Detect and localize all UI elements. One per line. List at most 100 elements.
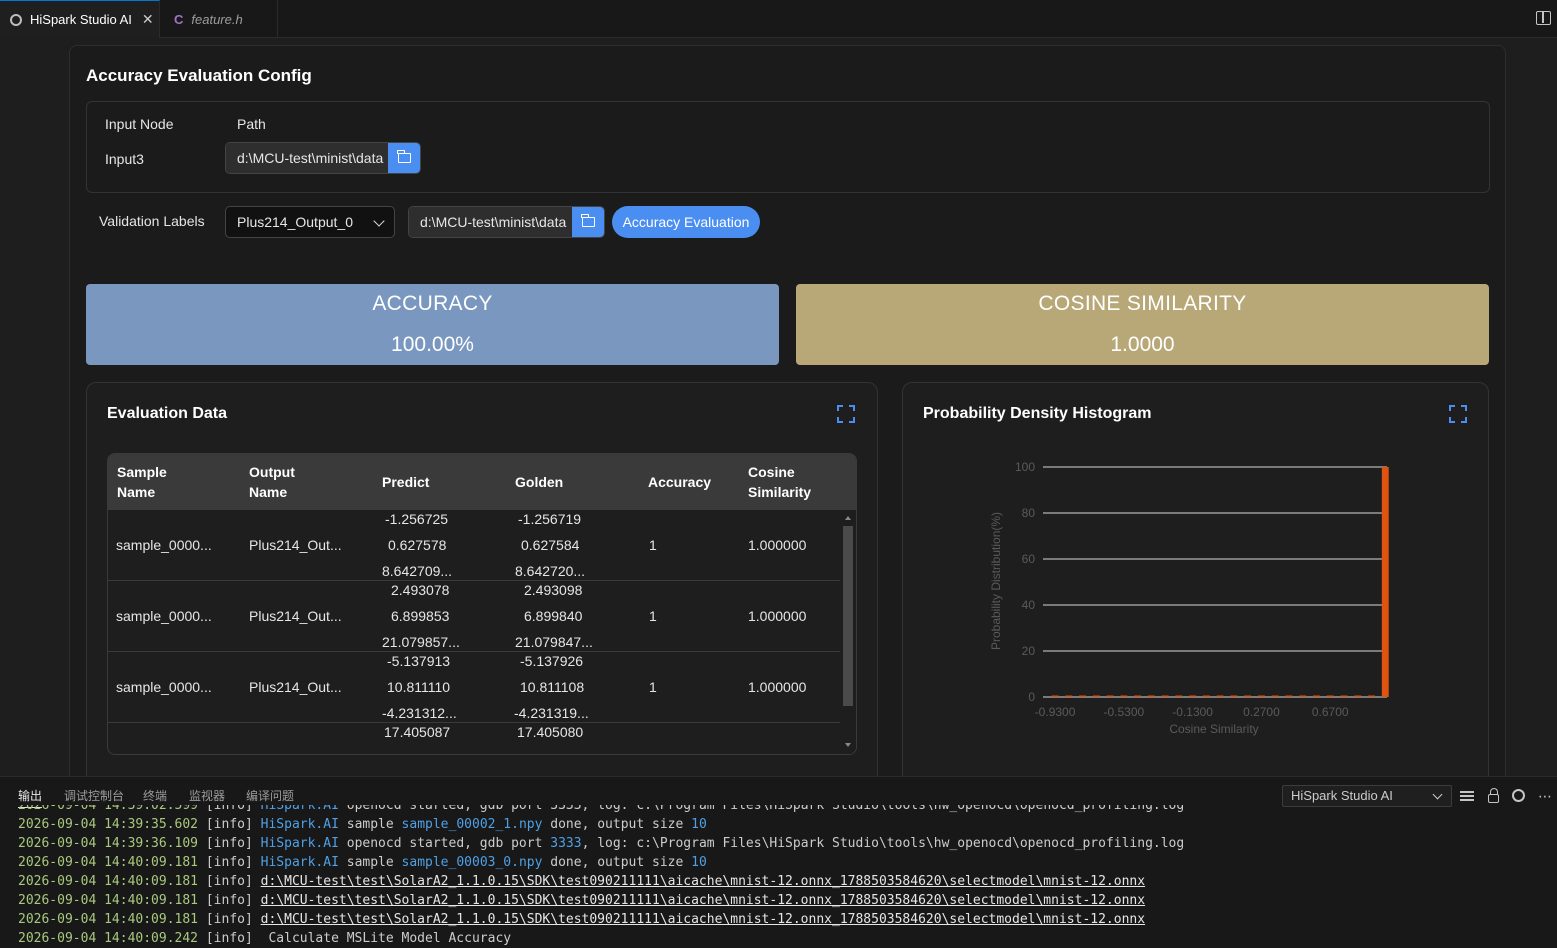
accuracy-card: ACCURACY 100.00% xyxy=(86,284,779,365)
cell-output: Plus214_Out... xyxy=(249,608,342,624)
col-golden[interactable]: Golden xyxy=(515,472,563,492)
cell-predict: 0.627578 xyxy=(388,537,447,553)
label-path-field[interactable]: d:\MCU-test\minist\data xyxy=(408,206,605,238)
cell-accuracy: 1 xyxy=(649,679,657,695)
histogram-bar[interactable] xyxy=(1092,695,1100,698)
folder-open-icon xyxy=(581,214,595,227)
histogram-bar[interactable] xyxy=(1299,695,1307,698)
histogram-bar[interactable] xyxy=(1313,695,1320,698)
histogram-bar[interactable] xyxy=(1258,695,1265,698)
path-header: Path xyxy=(237,116,266,132)
histogram-bar[interactable] xyxy=(1216,695,1224,698)
toggle-panel-icon[interactable] xyxy=(1536,11,1551,25)
histogram-bar[interactable] xyxy=(1354,695,1362,698)
log-line[interactable]: 2026-09-04 14:40:09.181 [info] d:\MCU-te… xyxy=(18,872,1145,891)
settings-gear-icon[interactable] xyxy=(1512,789,1525,802)
histogram-bar[interactable] xyxy=(1285,695,1293,698)
more-actions-icon[interactable]: ⋯ xyxy=(1538,789,1552,803)
output-channel-select[interactable]: HiSpark Studio AI xyxy=(1282,785,1452,807)
histogram-bar[interactable] xyxy=(1340,695,1348,698)
cell-golden: 21.079847... xyxy=(515,634,593,650)
chevron-down-icon xyxy=(1432,789,1443,800)
histogram-bar[interactable] xyxy=(1244,695,1252,698)
histogram-bar[interactable] xyxy=(1230,695,1238,698)
histogram-bar[interactable] xyxy=(1271,695,1279,698)
y-axis-title: Probability Distribution(%) xyxy=(989,512,1003,650)
log-line[interactable]: 2026-09-04 14:40:09.242 [info] Calculate… xyxy=(18,929,511,948)
lock-scroll-icon[interactable] xyxy=(1488,788,1499,803)
col-sample-name[interactable]: Sample Name xyxy=(117,462,167,502)
col-accuracy[interactable]: Accuracy xyxy=(648,472,711,492)
tab-hispark-studio-ai[interactable]: HiSpark Studio AI ✕ xyxy=(0,0,160,38)
table-row[interactable]: 17.405087 17.405080 xyxy=(108,723,841,754)
accuracy-evaluation-button[interactable]: Accuracy Evaluation xyxy=(612,206,760,238)
close-icon[interactable]: ✕ xyxy=(142,11,154,28)
fullscreen-icon[interactable] xyxy=(837,405,855,423)
histogram-bar[interactable] xyxy=(1189,695,1197,698)
accuracy-evaluation-panel: Accuracy Evaluation Config Input Node Pa… xyxy=(69,45,1506,785)
output-select[interactable]: Plus214_Output_0 xyxy=(225,206,395,238)
log-line[interactable]: 2026-09-04 14:40:09.181 [info] d:\MCU-te… xyxy=(18,910,1145,929)
panel-tab-monitor[interactable]: 监视器 xyxy=(189,787,225,804)
cosine-title: COSINE SIMILARITY xyxy=(1038,292,1247,315)
browse-input-button[interactable] xyxy=(388,143,420,173)
col-cosine-similarity[interactable]: Cosine Similarity xyxy=(748,462,811,502)
table-scrollbar-thumb[interactable] xyxy=(843,526,853,706)
table-row[interactable]: sample_0000... Plus214_Out... -5.137913 … xyxy=(108,652,841,723)
col-output-name[interactable]: Output Name xyxy=(249,462,295,502)
scroll-up-arrow[interactable] xyxy=(845,516,851,520)
histogram-bar[interactable] xyxy=(1051,695,1059,698)
evaluation-table: Sample Name Output Name Predict Golden Acc… xyxy=(107,453,857,755)
evaluation-data-title: Evaluation Data xyxy=(107,405,228,422)
cell-predict: 17.405087 xyxy=(384,724,451,740)
histogram-bar[interactable] xyxy=(1175,695,1183,698)
cell-predict: 21.079857... xyxy=(382,634,460,650)
log-line[interactable]: 2026-09-04 14:40:09.181 [info] HiSpark.A… xyxy=(18,853,707,872)
cell-golden: 8.642720... xyxy=(515,563,586,579)
label-path-value[interactable]: d:\MCU-test\minist\data xyxy=(409,207,572,237)
histogram-bar[interactable] xyxy=(1120,695,1128,698)
tab-feature-h[interactable]: C feature.h xyxy=(160,0,278,38)
scroll-down-arrow[interactable] xyxy=(845,743,851,747)
panel-tab-terminal[interactable]: 终端 xyxy=(143,787,167,804)
col-predict[interactable]: Predict xyxy=(382,472,429,492)
histogram-bar[interactable] xyxy=(1065,695,1073,698)
input-path-value[interactable]: d:\MCU-test\minist\data xyxy=(226,143,388,173)
table-row[interactable]: sample_0000... Plus214_Out... -1.256725 … xyxy=(108,510,841,581)
cell-output: Plus214_Out... xyxy=(249,679,342,695)
evaluation-data-card: Evaluation Data Sample Name Output Name Pr… xyxy=(86,382,878,784)
log-line[interactable]: 2026-09-04 14:39:36.109 [info] HiSpark.A… xyxy=(18,834,1184,853)
browse-label-button[interactable] xyxy=(572,207,604,237)
histogram-bar[interactable] xyxy=(1368,695,1375,698)
table-row[interactable]: sample_0000... Plus214_Out... 2.493078 6… xyxy=(108,581,841,652)
accuracy-title: ACCURACY xyxy=(372,292,493,315)
cosine-value: 1.0000 xyxy=(1110,333,1175,356)
histogram-bar[interactable] xyxy=(1134,695,1142,698)
histogram-bar[interactable] xyxy=(1079,695,1086,698)
clear-output-icon[interactable] xyxy=(1460,789,1474,803)
accuracy-value: 100.00% xyxy=(391,333,474,356)
cell-predict: -5.137913 xyxy=(387,653,451,669)
histogram-bar[interactable] xyxy=(1381,467,1389,697)
log-line[interactable]: 2026-09-04 14:39:02.599 [info] HiSpark.A… xyxy=(18,805,1184,815)
panel-tab-debug-console[interactable]: 调试控制台 xyxy=(64,787,124,804)
histogram-bar[interactable] xyxy=(1202,695,1210,698)
c-file-icon: C xyxy=(174,11,184,27)
cell-golden: 0.627584 xyxy=(521,537,580,553)
histogram-bar[interactable] xyxy=(1161,695,1169,698)
input-path-field[interactable]: d:\MCU-test\minist\data xyxy=(225,142,421,174)
x-tick-label: -0.5300 xyxy=(1103,705,1144,719)
log-line[interactable]: 2026-09-04 14:40:09.181 [info] d:\MCU-te… xyxy=(18,891,1145,910)
output-log[interactable]: 2026-09-04 14:39:02.599 [info] HiSpark.A… xyxy=(0,805,1557,948)
histogram-bar[interactable] xyxy=(1147,695,1155,698)
y-tick-label: 40 xyxy=(1022,598,1036,612)
table-header: Sample Name Output Name Predict Golden Acc… xyxy=(108,454,856,510)
histogram-bar[interactable] xyxy=(1326,695,1334,698)
log-line[interactable]: 2026-09-04 14:39:35.602 [info] HiSpark.A… xyxy=(18,815,707,834)
panel-tab-problems[interactable]: 编译问题 xyxy=(246,787,294,804)
x-axis-title: Cosine Similarity xyxy=(1169,722,1258,736)
y-tick-label: 60 xyxy=(1022,552,1036,566)
histogram-bar[interactable] xyxy=(1106,695,1114,698)
editor-tab-bar: HiSpark Studio AI ✕ C feature.h xyxy=(0,0,1557,38)
cell-output: Plus214_Out... xyxy=(249,537,342,553)
